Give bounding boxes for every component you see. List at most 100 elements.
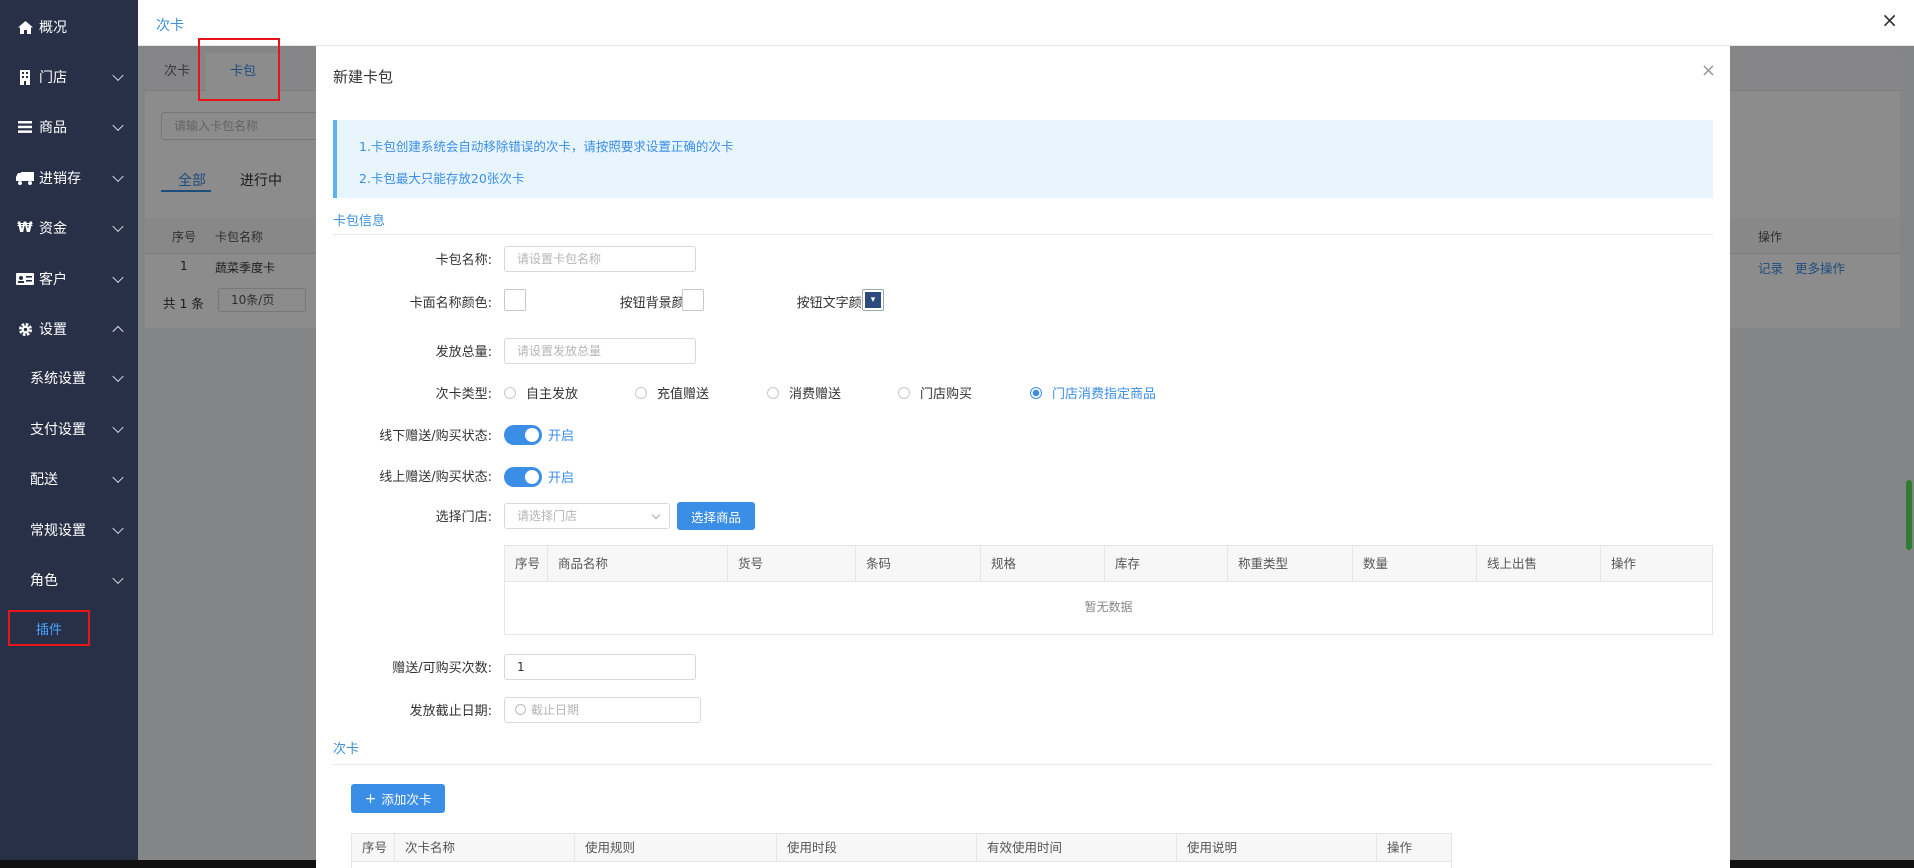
truck-icon [15,171,35,185]
total-input[interactable]: 请设置发放总量 [504,338,696,364]
goods-th: 称重类型 [1228,546,1353,582]
tip-line: 1.卡包创建系统会自动移除错误的次卡，请按照要求设置正确的次卡 [359,139,734,154]
sidebar-item-store[interactable]: 门店 [0,52,138,102]
goods-th: 规格 [981,546,1105,582]
name-input[interactable]: 请设置卡包名称 [504,246,696,272]
chevron-down-icon [112,471,124,484]
close-icon[interactable]: × [1881,8,1898,32]
sidebar-item-customer[interactable]: 客户 [0,254,138,304]
btn-bg-color-swatch[interactable] [682,289,704,311]
chevron-down-icon [112,572,124,585]
clock-icon [515,704,526,715]
sidebar-sub-label: 配送 [30,472,58,488]
page-header: 次卡 × [138,0,1914,46]
chevron-down-icon [112,170,124,183]
chevron-down-icon [112,370,124,383]
radio-label: 消费赠送 [789,387,842,402]
sidebar-item-inventory[interactable]: 进销存 [0,153,138,203]
highlight-box [198,38,280,101]
add-card-button[interactable]: + 添加次卡 [351,784,445,813]
modal-close-icon[interactable]: × [1701,60,1716,81]
type-radio-store-goods[interactable]: 门店消费指定商品 [1030,383,1156,402]
card-color-swatch[interactable] [504,289,526,311]
type-radio-store-buy[interactable]: 门店购买 [898,383,972,402]
chevron-up-icon [112,325,124,338]
type-radio-recharge[interactable]: 充值赠送 [635,383,709,402]
chevron-down-icon [112,522,124,535]
cards-th: 操作 [1387,840,1413,855]
section-title-info: 卡包信息 [333,214,386,229]
sidebar-sub-item-system[interactable]: 系统设置 [0,353,138,403]
offline-label: 线下赠送/购买状态: [379,429,492,444]
goods-th: 货号 [728,546,856,582]
sidebar-item-plugin[interactable]: 插件 [8,610,90,646]
cards-th: 有效使用时间 [977,834,1177,862]
tip-line: 2.卡包最大只能存放20张次卡 [359,171,525,186]
goods-th: 序号 [505,546,548,582]
sidebar-sub-item-general[interactable]: 常规设置 [0,505,138,555]
goods-table: 序号 商品名称 货号 条码 规格 库存 称重类型 数量 线上出售 操作 暂无数据 [504,545,1713,635]
cards-th: 使用规则 [575,834,777,862]
type-radio-self[interactable]: 自主发放 [504,383,578,402]
online-state: 开启 [548,471,575,486]
chevron-down-icon: ▾ [865,292,881,308]
id-card-icon [15,273,35,285]
deadline-placeholder: 截止日期 [531,703,580,717]
sidebar-sub-item-role[interactable]: 角色 [0,555,138,605]
cards-th: 次卡名称 [395,834,575,862]
select-goods-button[interactable]: 选择商品 [677,502,755,530]
goods-th: 商品名称 [548,546,728,582]
sidebar-sub-label: 系统设置 [30,371,86,387]
btn-text-color-swatch[interactable]: ▾ [862,289,884,311]
goods-th: 线上出售 [1477,546,1601,582]
total-label: 发放总量: [435,345,492,360]
goods-th: 数量 [1353,546,1477,582]
sidebar-item-label: 资金 [39,221,67,237]
type-radio-consume[interactable]: 消费赠送 [767,383,841,402]
radio-label: 门店购买 [920,387,973,402]
won-icon: ₩ [17,220,33,236]
deadline-label: 发放截止日期: [409,704,492,719]
offline-state: 开启 [548,429,575,444]
goods-th: 条码 [856,546,981,582]
sidebar-sub-item-delivery[interactable]: 配送 [0,454,138,504]
online-switch[interactable] [504,467,542,487]
sidebar-item-label: 商品 [39,120,67,136]
offline-switch[interactable] [504,425,542,445]
section-divider [333,764,1713,765]
sidebar-sub-item-payment[interactable]: 支付设置 [0,404,138,454]
sidebar-plugin-label: 插件 [35,622,62,638]
sidebar-item-goods[interactable]: 商品 [0,102,138,152]
chevron-down-icon [112,119,124,132]
chevron-down-icon [112,271,124,284]
sidebar-item-label: 客户 [39,272,67,288]
sidebar-sub-label: 角色 [30,573,58,589]
tips-box: 1.卡包创建系统会自动移除错误的次卡，请按照要求设置正确的次卡 2.卡包最大只能… [333,120,1713,198]
new-card-package-modal: 新建卡包 × 1.卡包创建系统会自动移除错误的次卡，请按照要求设置正确的次卡 2… [316,46,1730,868]
name-label: 卡包名称: [435,253,492,268]
chevron-down-icon [112,421,124,434]
cards-th: 使用时段 [777,834,977,862]
store-label: 选择门店: [435,510,492,525]
plus-icon: + [364,790,377,807]
chevron-down-icon [651,510,661,520]
store-select[interactable]: 请选择门店 [504,503,670,529]
sidebar: 概况 门店 商品 进销存 ₩ 资金 客户 设置 系统设置 支付设置 配送 常规设… [0,0,138,868]
sidebar-sub-label: 常规设置 [30,523,86,539]
cards-th: 序号 [352,834,395,862]
scrollbar-thumb[interactable] [1906,480,1912,550]
modal-title: 新建卡包 [333,68,394,86]
deadline-date-picker[interactable]: 截止日期 [504,697,701,723]
chevron-down-icon [112,69,124,82]
store-icon [15,69,35,85]
goods-empty-text: 暂无数据 [1084,600,1133,614]
card-color-label: 卡面名称颜色: [409,296,492,311]
type-label: 次卡类型: [435,387,492,402]
count-input[interactable]: 1 [504,654,696,680]
sidebar-item-label: 进销存 [39,171,81,187]
sidebar-item-settings[interactable]: 设置 [0,304,138,354]
radio-label: 门店消费指定商品 [1052,387,1157,402]
sidebar-item-funds[interactable]: ₩ 资金 [0,203,138,253]
sidebar-item-label: 概况 [39,20,67,36]
sidebar-item-overview[interactable]: 概况 [0,2,138,52]
